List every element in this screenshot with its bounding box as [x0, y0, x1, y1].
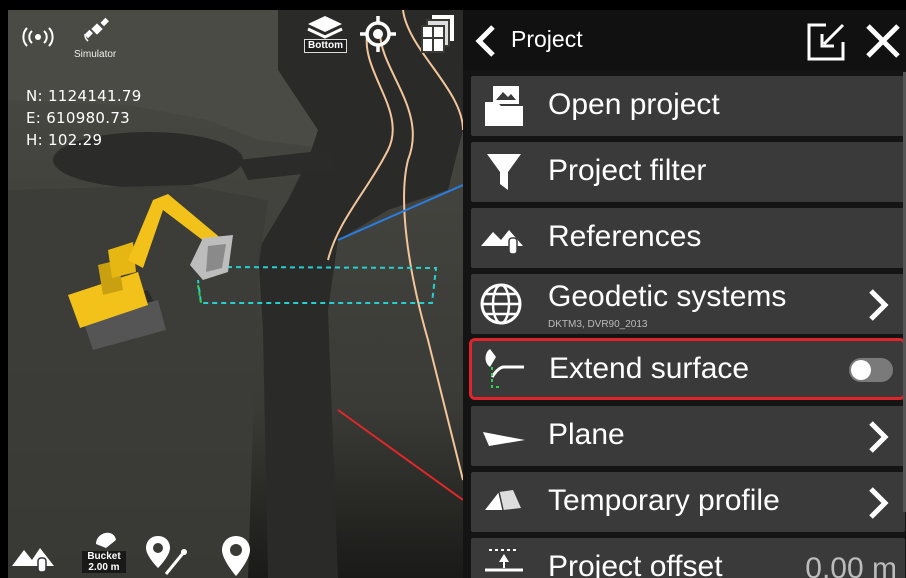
- simulator-label: Simulator: [74, 49, 117, 60]
- menu-item-open-project[interactable]: Open project: [471, 76, 905, 136]
- radio-signal-icon[interactable]: [20, 26, 56, 53]
- menu-item-label: Temporary profile: [548, 484, 780, 517]
- references-icon: [479, 216, 529, 260]
- menu-item-label: References: [548, 220, 702, 253]
- menu-item-geodetic-systems[interactable]: Geodetic systems DKTM3, DVR90_2013: [471, 274, 905, 334]
- project-panel: Project Open project Project filter Refe…: [463, 10, 906, 578]
- menu-item-label: Project filter: [548, 154, 707, 187]
- menu-item-extend-surface[interactable]: Extend surface: [469, 338, 906, 400]
- extend-surface-toggle[interactable]: [849, 358, 893, 382]
- undock-icon[interactable]: [806, 22, 846, 67]
- menu-item-label: Extend surface: [549, 352, 750, 385]
- windows-icon[interactable]: [420, 14, 456, 59]
- chevron-left-icon[interactable]: [473, 24, 499, 63]
- chevron-right-icon: [865, 420, 891, 459]
- crosshair-icon[interactable]: [360, 16, 396, 57]
- chevron-right-icon: [865, 288, 891, 327]
- menu-item-plane[interactable]: Plane: [471, 406, 905, 466]
- folder-image-icon: [479, 84, 529, 128]
- bucket-value: 2.00 m: [88, 562, 120, 573]
- bucket-info[interactable]: Bucket 2.00 m: [82, 551, 126, 573]
- menu-item-temporary-profile[interactable]: Temporary profile: [471, 472, 905, 532]
- route-icon[interactable]: [144, 534, 190, 578]
- north-coordinate: N: 1124141.79: [26, 87, 142, 105]
- close-icon[interactable]: [864, 22, 902, 65]
- panel-title: Project: [511, 26, 583, 52]
- toggle-knob: [851, 360, 871, 380]
- extend-surface-icon: [480, 347, 530, 391]
- plane-icon: [479, 414, 529, 458]
- map-view[interactable]: Simulator N: 1124141.79 E: 610980.73 H: …: [8, 10, 463, 578]
- bucket-label: Bucket: [87, 551, 121, 562]
- height-coordinate: H: 102.29: [26, 131, 103, 149]
- filter-icon: [479, 150, 529, 194]
- menu-item-references[interactable]: References: [471, 208, 905, 268]
- chevron-right-icon: [865, 486, 891, 525]
- view-mode-label[interactable]: Bottom: [304, 39, 347, 53]
- menu-item-label: Geodetic systems: [548, 280, 787, 313]
- project-offset-value: 0.00 m: [805, 552, 897, 578]
- menu-item-project-filter[interactable]: Project filter: [471, 142, 905, 202]
- offset-icon: [479, 546, 529, 578]
- satellite-icon[interactable]: [82, 14, 112, 49]
- east-coordinate: E: 610980.73: [26, 109, 131, 127]
- temporary-profile-icon: [479, 480, 529, 524]
- menu-item-label: Plane: [548, 418, 625, 451]
- panel-header: Project: [463, 10, 906, 70]
- location-pin-icon[interactable]: [220, 534, 252, 578]
- menu-item-label: Project offset: [548, 550, 723, 578]
- menu-item-project-offset[interactable]: Project offset 0.00 m: [471, 538, 905, 578]
- references-icon[interactable]: [10, 538, 60, 578]
- globe-icon: [479, 282, 529, 326]
- menu-item-label: Open project: [548, 88, 720, 121]
- menu-item-sublabel: DKTM3, DVR90_2013: [548, 319, 648, 330]
